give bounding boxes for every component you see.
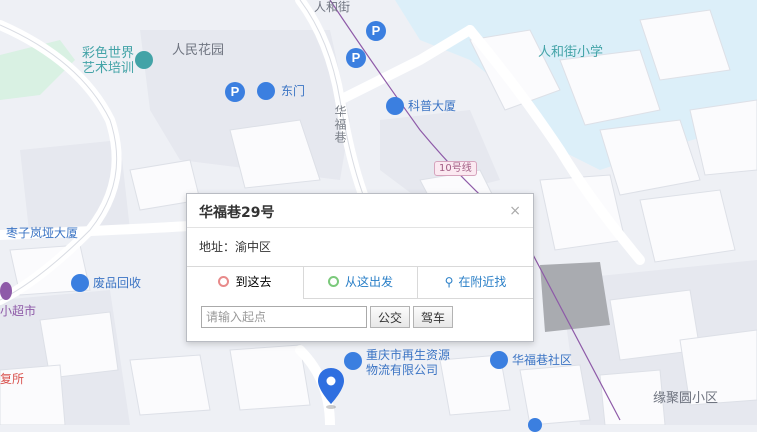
metro-line-badge[interactable]: 10号线 bbox=[434, 161, 477, 176]
poi-dongmen[interactable]: 东门 bbox=[281, 84, 305, 98]
parking-icon[interactable]: P bbox=[225, 82, 245, 102]
search-icon: ⚲ bbox=[444, 275, 454, 289]
area-label-renmin-garden: 人民花园 bbox=[172, 43, 225, 58]
address-line: 地址：渝中区 bbox=[199, 238, 271, 255]
poi-waste-recycle[interactable]: 废品回收 bbox=[93, 276, 141, 290]
poi-icon[interactable] bbox=[528, 418, 542, 432]
education-icon[interactable] bbox=[135, 51, 153, 69]
route-input-row: 公交驾车 bbox=[201, 306, 454, 328]
poi-kepu-building[interactable]: 科普大厦 bbox=[408, 99, 456, 113]
tab-search-nearby[interactable]: ⚲ 在附近找 bbox=[418, 267, 533, 298]
route-tabs: 到这去 从这出发 ⚲ 在附近找 bbox=[187, 266, 533, 299]
address-value: 渝中区 bbox=[235, 240, 272, 254]
parking-icon[interactable]: P bbox=[366, 21, 386, 41]
poi-recycle-company[interactable]: 重庆市再生资源 物流有限公司 bbox=[366, 348, 450, 378]
parking-icon[interactable]: P bbox=[346, 48, 366, 68]
destination-dot-icon bbox=[218, 276, 230, 287]
poi-renhejie-school[interactable]: 人和街小学 bbox=[538, 46, 603, 60]
tab-go-here[interactable]: 到这去 bbox=[187, 267, 304, 299]
poi-fu-suo[interactable]: 复所 bbox=[0, 372, 24, 386]
poi-recycle-company-line2: 物流有限公司 bbox=[366, 363, 439, 377]
location-pin-icon[interactable] bbox=[318, 368, 344, 410]
poi-recycle-company-line1: 重庆市再生资源 bbox=[366, 348, 451, 362]
tab-start-from-here-label: 从这出发 bbox=[344, 275, 393, 289]
poi-caise-art[interactable]: 彩色世界 艺术培训 bbox=[82, 46, 134, 76]
poi-huafu-community[interactable]: 华福巷社区 bbox=[512, 353, 572, 367]
poi-caise-art-line1: 彩色世界 bbox=[82, 46, 135, 61]
gate-icon[interactable] bbox=[257, 82, 275, 100]
company-icon[interactable] bbox=[344, 352, 362, 370]
popup-title: 华福巷29号 bbox=[199, 205, 275, 221]
address-label: 地址： bbox=[199, 240, 236, 254]
tab-go-here-label: 到这去 bbox=[235, 275, 272, 289]
community-icon[interactable] bbox=[490, 351, 508, 369]
tab-start-from-here[interactable]: 从这出发 bbox=[304, 267, 418, 298]
shop-icon[interactable] bbox=[0, 282, 12, 300]
drive-button[interactable]: 驾车 bbox=[413, 306, 454, 328]
poi-caise-art-line2: 艺术培训 bbox=[82, 61, 135, 76]
building-icon[interactable] bbox=[386, 97, 404, 115]
close-icon[interactable]: × bbox=[509, 203, 521, 219]
origin-dot-icon bbox=[327, 276, 339, 287]
poi-supermarket[interactable]: 小超市 bbox=[0, 304, 36, 318]
recycle-icon[interactable] bbox=[71, 274, 89, 292]
street-label-huafu-alley: 华福巷 bbox=[333, 105, 347, 144]
bus-button[interactable]: 公交 bbox=[370, 306, 411, 328]
poi-zaozi-building[interactable]: 枣子岚垭大厦 bbox=[6, 226, 78, 240]
popup-divider bbox=[187, 227, 533, 228]
area-label-yuanjuyuan: 缘聚圆小区 bbox=[653, 391, 719, 406]
location-info-popup: 华福巷29号 × 地址：渝中区 到这去 从这出发 ⚲ 在附近找 公交驾车 bbox=[186, 193, 534, 342]
street-label-renhejie-top: 人和街 bbox=[314, 0, 351, 14]
start-point-input[interactable] bbox=[201, 306, 367, 328]
tab-search-nearby-label: 在附近找 bbox=[458, 275, 507, 289]
